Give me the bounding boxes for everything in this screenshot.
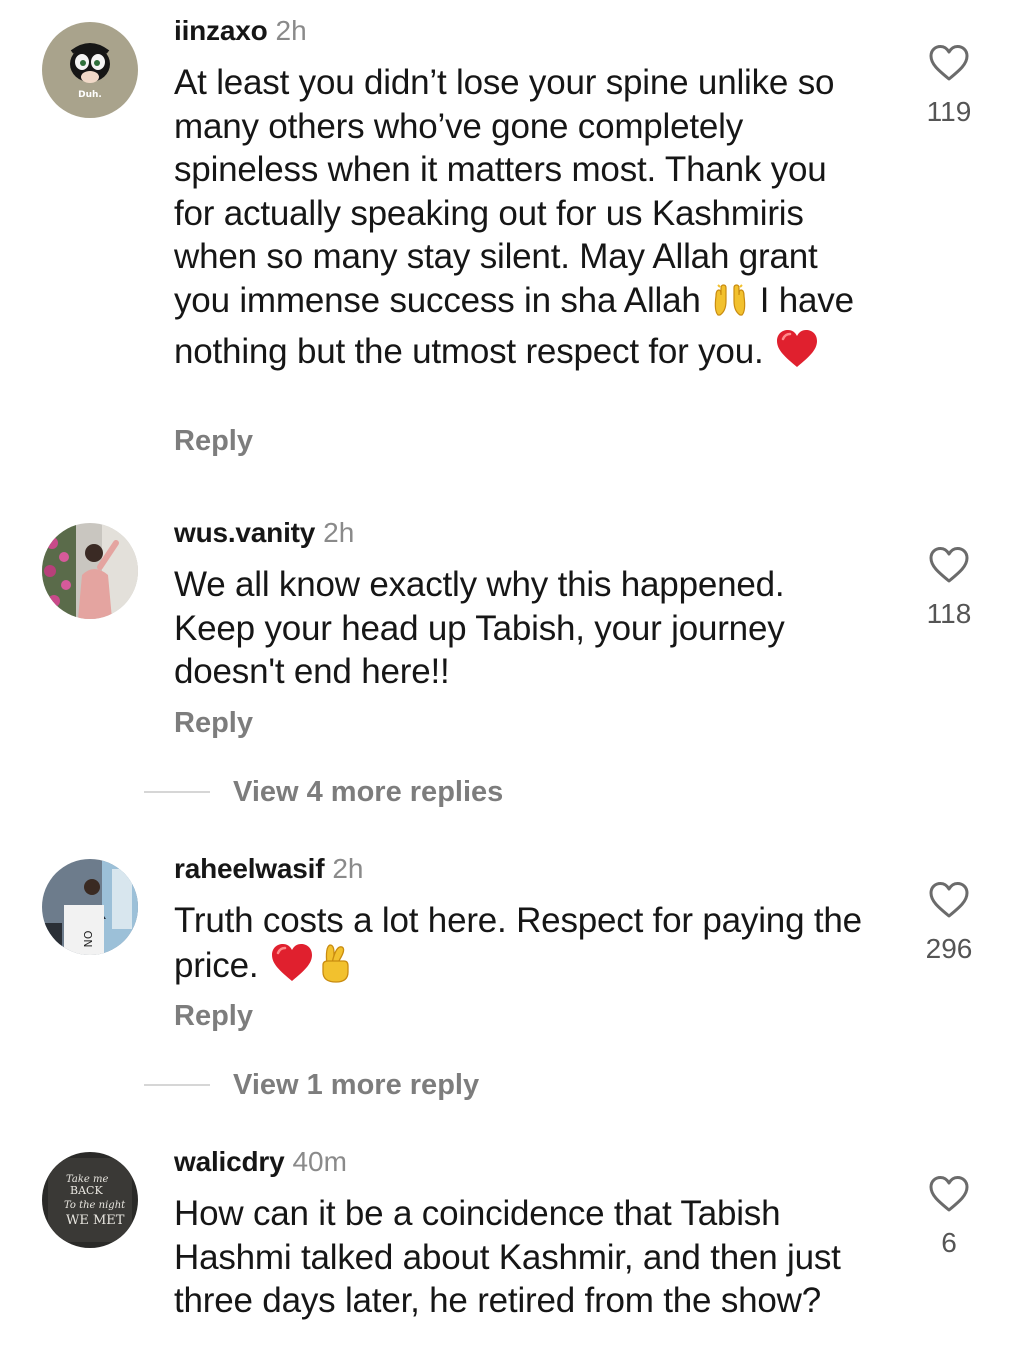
comment-text-part: At least you didn’t lose your spine unli… [174, 63, 835, 320]
view-more-replies-label: View 1 more reply [233, 1069, 480, 1101]
avatar-text: BACK [70, 1184, 103, 1197]
avatar-text: WE MET [66, 1213, 125, 1228]
timestamp: 2h [332, 853, 364, 884]
comment-meta: raheelwasif 2h [174, 852, 363, 886]
like-count: 119 [926, 96, 972, 127]
timestamp: 40m [292, 1146, 347, 1177]
like-count: 118 [926, 598, 972, 629]
comment-meta: iinzaxo 2h [174, 14, 307, 48]
comment-text: How can it be a coincidence that Tabish … [174, 1194, 841, 1321]
comment-text: At least you didn’t lose your spine unli… [174, 61, 874, 379]
like-button[interactable]: 118 [906, 546, 992, 630]
timestamp: 2h [275, 15, 307, 46]
like-button[interactable]: 119 [906, 44, 992, 128]
username[interactable]: walicdry [174, 1146, 285, 1177]
view-more-replies-label: View 4 more replies [233, 776, 504, 808]
comment-text: Truth costs a lot here. Respect for payi… [174, 899, 874, 993]
red-heart-emoji [270, 943, 314, 994]
crossed-fingers-emoji [318, 943, 352, 994]
avatar[interactable]: ON [42, 859, 138, 955]
divider-line [144, 1084, 210, 1086]
comment-text: We all know exactly why this happened. K… [174, 565, 785, 692]
heart-outline-icon [929, 45, 969, 81]
like-button[interactable]: 296 [906, 881, 992, 965]
avatar-image: Take me BACK To the night WE MET [42, 1152, 138, 1248]
like-button[interactable]: 6 [906, 1175, 992, 1259]
comment-meta: wus.vanity 2h [174, 516, 354, 550]
like-count: 6 [941, 1227, 957, 1258]
raised-hands-emoji [712, 284, 748, 329]
heart-outline-icon [929, 547, 969, 583]
reply-button[interactable]: Reply [174, 999, 253, 1033]
avatar-image: Duh. [42, 22, 138, 118]
reply-button[interactable]: Reply [174, 706, 253, 740]
comment-meta: walicdry 40m [174, 1145, 347, 1179]
heart-outline-icon [929, 882, 969, 918]
username[interactable]: wus.vanity [174, 517, 315, 548]
timestamp: 2h [323, 517, 355, 548]
username[interactable]: raheelwasif [174, 853, 325, 884]
avatar-text: To the night [64, 1200, 126, 1211]
avatar-text: Duh. [78, 90, 102, 100]
reply-button[interactable]: Reply [174, 424, 253, 458]
svg-text:ON: ON [81, 931, 94, 948]
avatar-image [42, 523, 138, 619]
like-count: 296 [925, 933, 973, 964]
username[interactable]: iinzaxo [174, 15, 268, 46]
red-heart-emoji [775, 329, 819, 380]
avatar-image: ON [42, 859, 138, 955]
avatar[interactable]: Duh. [42, 22, 138, 118]
avatar[interactable] [42, 523, 138, 619]
avatar[interactable]: Take me BACK To the night WE MET [42, 1152, 138, 1248]
heart-outline-icon [929, 1176, 969, 1212]
divider-line [144, 791, 210, 793]
